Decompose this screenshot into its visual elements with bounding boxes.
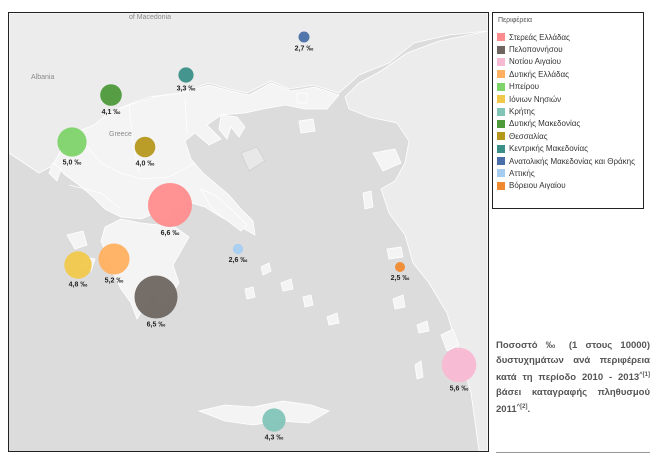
thasos [296,92,308,104]
albania-label: Albania [31,74,54,81]
legend-swatch [497,157,505,166]
bubble-value-label: 2,6 ‰ [229,257,248,264]
legend-swatch [497,82,505,91]
legend-swatch [497,70,505,79]
region-bubble[interactable] [148,183,192,227]
region-bubble[interactable] [298,31,310,43]
legend-item: Στερεάς Ελλάδας [497,31,635,43]
bubble-value-label: 4,1 ‰ [102,109,121,116]
legend-title: Περιφέρεια [498,17,533,24]
region-bubble[interactable] [100,84,122,106]
legend-label: Νοτίου Αιγαίου [509,57,561,67]
region-bubble[interactable] [98,243,130,275]
legend-label: Ανατολικής Μακεδονίας και Θράκης [509,156,635,166]
legend-label: Πελοποννήσου [509,45,563,55]
legend-label: Στερεάς Ελλάδας [509,32,570,42]
legend-label: Θεσσαλίας [509,131,548,141]
legend-swatch [497,107,505,116]
legend-item: Κεντρικής Μακεδονίας [497,143,635,155]
legend-item: Αττικής [497,167,635,179]
legend-label: Δυτικής Ελλάδας [509,69,569,79]
legend-label: Δυτικής Μακεδονίας [509,119,581,129]
bubble-value-label: 5,2 ‰ [105,278,124,285]
map-panel: of Macedonia Albania Greece 6,6 ‰ 6,5 ‰ 5,… [8,12,489,452]
bubble-value-label: 4,3 ‰ [265,435,284,442]
samos [386,246,404,260]
legend-swatch [497,95,505,104]
bubble-value-label: 2,5 ‰ [391,275,410,282]
legend-item: Ανατολικής Μακεδονίας και Θράκης [497,155,635,167]
legend-item: Δυτικής Ελλάδας [497,68,635,80]
caption-end: . [527,404,531,416]
bubble-value-label: 3,3 ‰ [177,86,196,93]
limnos [298,118,316,134]
region-bubble[interactable] [134,136,156,158]
chios [362,190,374,210]
legend-swatch [497,33,505,42]
footnote-ref-2[interactable]: ^[2] [517,404,528,410]
legend-swatch [497,181,505,190]
bubble-value-label: 4,0 ‰ [136,160,155,167]
legend-swatch [497,119,505,128]
legend-label: Αττικής [509,168,535,178]
greece-map: of Macedonia Albania Greece 6,6 ‰ 6,5 ‰ 5,… [9,13,488,451]
bubble-value-label: 5,6 ‰ [450,385,469,392]
legend-item: Δυτικής Μακεδονίας [497,118,635,130]
legend-item: Θεσσαλίας [497,130,635,142]
region-bubble[interactable] [134,275,178,319]
legend-item: Ιόνιων Νησιών [497,93,635,105]
caption-divider [496,452,650,453]
region-bubble[interactable] [64,251,92,279]
region-bubble[interactable] [262,408,286,432]
legend-label: Ηπείρου [509,82,540,92]
macedonia-label: of Macedonia [129,14,171,21]
legend-swatch [497,57,505,66]
region-bubble[interactable] [441,347,477,383]
bubble-value-label: 5,0 ‰ [63,160,82,167]
legend-label: Βόρειου Αιγαίου [509,181,566,191]
legend-label: Ιόνιων Νησιών [509,94,562,104]
region-bubble[interactable] [395,262,405,272]
bubble-value-label: 4,8 ‰ [69,282,88,289]
legend-swatch [497,144,505,153]
region-bubble[interactable] [178,67,194,83]
region-bubble[interactable] [232,243,244,255]
legend-item: Νοτίου Αιγαίου [497,56,635,68]
legend-swatch [497,132,505,141]
footnote-ref-1[interactable]: ^[1] [639,372,650,378]
legend-item: Ηπείρου [497,81,635,93]
legend-swatch [497,169,505,178]
legend: Περιφέρεια Στερεάς Ελλάδας Πελοποννήσου Νο… [492,12,644,209]
cyclades-3 [302,294,314,308]
bubble-value-label: 6,6 ‰ [161,230,180,237]
legend-list: Στερεάς Ελλάδας Πελοποννήσου Νοτίου Αιγαίο… [497,31,635,192]
region-bubble[interactable] [57,127,87,157]
legend-item: Βόρειου Αιγαίου [497,180,635,192]
caption-text: Ποσοστό ‰ (1 στους 10000) δυστυχημάτων α… [496,340,650,384]
legend-item: Πελοποννήσου [497,43,635,55]
map-caption: Ποσοστό ‰ (1 στους 10000) δυστυχημάτων α… [496,339,650,418]
legend-item: Κρήτης [497,105,635,117]
greece-label: Greece [109,131,132,138]
cyclades-4 [244,286,256,300]
legend-label: Κεντρικής Μακεδονίας [509,144,588,154]
caption-middle: βάσει καταγραφής πληθυσμού 2011 [496,386,650,416]
legend-label: Κρήτης [509,107,535,117]
bubble-value-label: 2,7 ‰ [295,46,314,53]
legend-swatch [497,45,505,54]
bubble-value-label: 6,5 ‰ [147,322,166,329]
